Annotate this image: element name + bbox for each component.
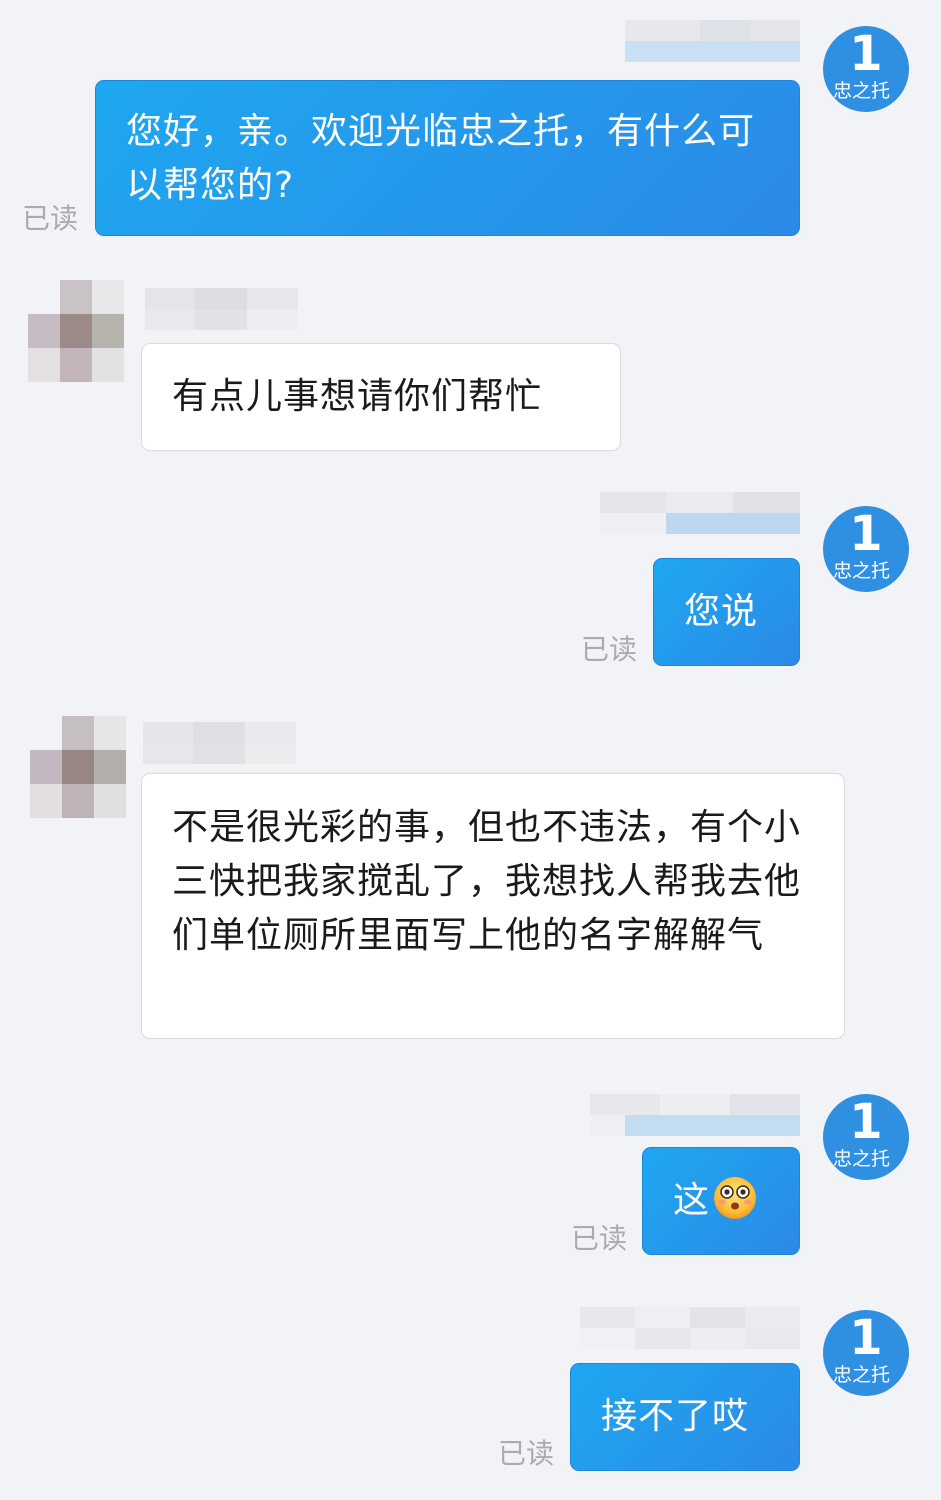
sender-name-blurred (145, 288, 298, 330)
user-avatar-pixelated[interactable] (28, 280, 124, 382)
agent-avatar[interactable]: 1 忠之托 (823, 1310, 909, 1396)
read-status: 已读 (571, 1222, 628, 1255)
message-bubble-outgoing[interactable]: 这 (642, 1147, 800, 1255)
avatar-brand-text: 忠之托 (833, 1364, 891, 1386)
read-status: 已读 (22, 202, 79, 235)
surprised-face-emoji (714, 1177, 757, 1219)
message-bubble-incoming[interactable]: 不是很光彩的事，但也不违法，有个小三快把我家搅乱了，我想找人帮我去他们单位厕所里… (141, 773, 845, 1039)
sender-name-blurred (590, 1094, 800, 1136)
user-avatar-pixelated[interactable] (30, 716, 126, 818)
read-status: 已读 (581, 633, 638, 666)
message-text: 您说 (684, 591, 759, 632)
agent-avatar[interactable]: 1 忠之托 (823, 26, 909, 112)
avatar-number: 1 (849, 1310, 883, 1366)
message-bubble-incoming[interactable]: 有点儿事想请你们帮忙 (141, 343, 621, 451)
message-text: 接不了哎 (601, 1396, 750, 1437)
message-text: 有点儿事想请你们帮忙 (172, 376, 543, 417)
avatar-number: 1 (849, 26, 883, 82)
avatar-brand-text: 忠之托 (833, 80, 891, 102)
message-text: 您好，亲。欢迎光临忠之托，有什么可以帮您的? (126, 111, 756, 206)
message-bubble-outgoing[interactable]: 您好，亲。欢迎光临忠之托，有什么可以帮您的? (95, 80, 800, 236)
avatar-number: 1 (849, 1094, 883, 1150)
message-bubble-outgoing[interactable]: 您说 (653, 558, 800, 666)
message-text: 不是很光彩的事，但也不违法，有个小三快把我家搅乱了，我想找人帮我去他们单位厕所里… (172, 807, 802, 956)
message-text: 这 (673, 1180, 711, 1221)
sender-name-blurred (600, 492, 800, 534)
sender-name-blurred (600, 20, 800, 62)
sender-name-blurred (143, 722, 296, 764)
agent-avatar[interactable]: 1 忠之托 (823, 1094, 909, 1180)
avatar-number: 1 (849, 506, 883, 562)
avatar-brand-text: 忠之托 (833, 560, 891, 582)
message-bubble-outgoing[interactable]: 接不了哎 (570, 1363, 800, 1471)
sender-name-blurred (580, 1307, 800, 1349)
agent-avatar[interactable]: 1 忠之托 (823, 506, 909, 592)
read-status: 已读 (498, 1437, 555, 1470)
avatar-brand-text: 忠之托 (833, 1148, 891, 1170)
